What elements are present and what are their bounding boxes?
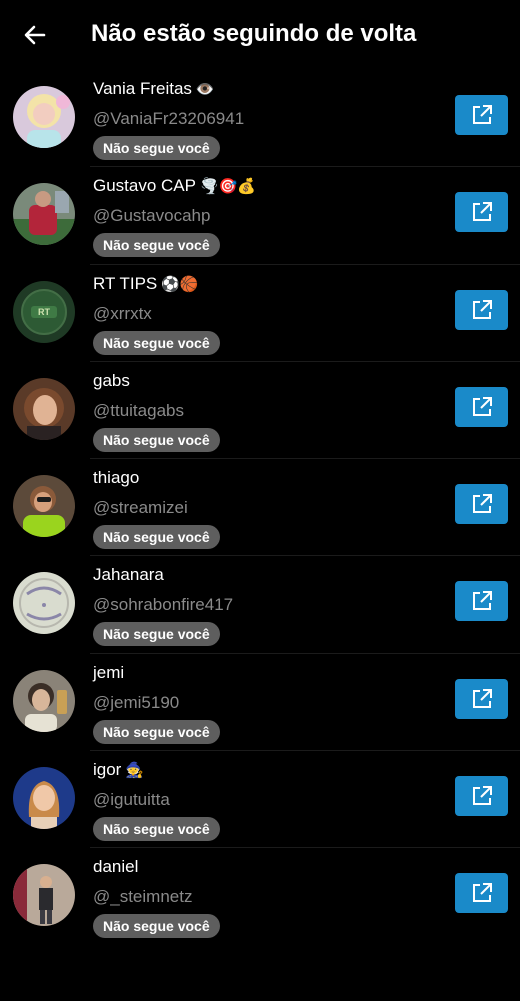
avatar[interactable] [13, 767, 75, 830]
list-item: RT RT TIPS ⚽🏀 @xrrxtx Não segue você [0, 265, 520, 363]
user-name: gabs [93, 370, 130, 390]
avatar[interactable] [13, 183, 75, 246]
external-link-icon [472, 591, 492, 611]
open-profile-button[interactable] [455, 192, 508, 233]
user-name: thiago [93, 468, 140, 488]
external-link-icon [472, 396, 492, 416]
open-profile-button[interactable] [455, 386, 508, 427]
svg-text:RT: RT [38, 307, 50, 317]
open-profile-button[interactable] [455, 581, 508, 622]
list-item: igor 🧙 @igutuitta Não segue você [0, 751, 520, 849]
user-handle: @Gustavocahp [93, 206, 211, 226]
open-profile-button[interactable] [455, 873, 508, 914]
external-link-icon [472, 688, 492, 708]
status-badge: Não segue você [93, 427, 220, 452]
user-handle: @ttuitagabs [93, 400, 184, 420]
avatar[interactable] [13, 669, 75, 732]
user-name: daniel [93, 857, 139, 877]
page-title: Não estão seguindo de volta [91, 20, 417, 47]
external-link-icon [472, 299, 492, 319]
arrow-left-icon[interactable] [22, 22, 48, 48]
avatar[interactable] [13, 864, 75, 927]
avatar[interactable] [13, 572, 75, 635]
avatar[interactable]: RT [13, 280, 75, 343]
list-item: jemi @jemi5190 Não segue você [0, 654, 520, 752]
open-profile-button[interactable] [455, 776, 508, 817]
external-link-icon [472, 883, 492, 903]
status-badge: Não segue você [93, 817, 220, 842]
user-name: RT TIPS ⚽🏀 [93, 273, 199, 293]
external-link-icon [472, 786, 492, 806]
avatar[interactable] [13, 377, 75, 440]
user-handle: @igutuitta [93, 790, 170, 810]
user-handle: @VaniaFr23206941 [93, 109, 245, 128]
open-profile-button[interactable] [455, 289, 508, 330]
user-list: Vania Freitas 👁️ @VaniaFr23206941 Não seg… [0, 70, 520, 946]
list-item: thiago @streamizei Não segue você [0, 459, 520, 557]
open-profile-button[interactable] [455, 484, 508, 525]
external-link-icon [472, 494, 492, 514]
user-name: Gustavo CAP 🌪️🎯💰 [93, 176, 257, 196]
app-header: Não estão seguindo de volta [0, 0, 520, 70]
status-badge: Não segue você [93, 233, 220, 258]
user-name: jemi [93, 662, 125, 682]
list-item: gabs @ttuitagabs Não segue você [0, 362, 520, 460]
avatar[interactable] [13, 86, 75, 148]
external-link-icon [472, 202, 492, 222]
user-handle: @xrrxtx [93, 303, 152, 323]
status-badge: Não segue você [93, 914, 220, 939]
user-name: igor 🧙 [93, 760, 145, 780]
user-handle: @_steimnetz [93, 887, 193, 907]
open-profile-button[interactable] [455, 678, 508, 719]
user-handle: @jemi5190 [93, 692, 180, 712]
user-handle: @streamizei [93, 498, 188, 518]
status-badge: Não segue você [93, 136, 220, 160]
status-badge: Não segue você [93, 622, 220, 647]
open-profile-button[interactable] [455, 95, 508, 135]
list-item: Vania Freitas 👁️ @VaniaFr23206941 Não seg… [0, 70, 520, 168]
list-item: Gustavo CAP 🌪️🎯💰 @Gustavocahp Não segue v… [0, 167, 520, 265]
user-name: Vania Freitas 👁️ [93, 79, 215, 98]
list-item: daniel @_steimnetz Não segue você [0, 848, 520, 945]
avatar[interactable] [13, 475, 75, 538]
user-handle: @sohrabonfire417 [93, 595, 234, 615]
status-badge: Não segue você [93, 719, 220, 744]
status-badge: Não segue você [93, 525, 220, 550]
user-name: Jahanara [93, 565, 164, 585]
external-link-icon [472, 105, 492, 124]
status-badge: Não segue você [93, 330, 220, 355]
list-item: Jahanara @sohrabonfire417 Não segue você [0, 556, 520, 655]
